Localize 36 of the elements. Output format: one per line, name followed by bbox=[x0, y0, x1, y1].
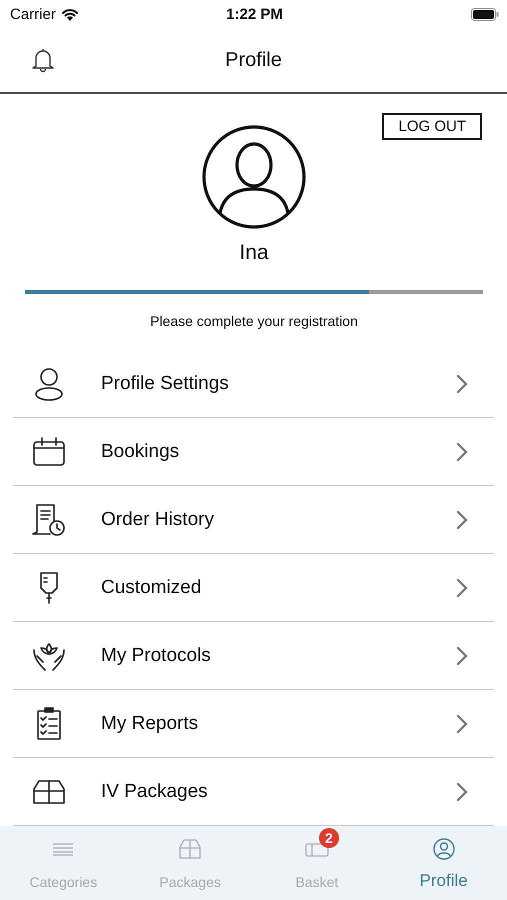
count-badge: 2 bbox=[318, 828, 339, 848]
tab-bar-item[interactable]: 2 Basket bbox=[254, 826, 380, 900]
user-name: Ina bbox=[239, 241, 269, 265]
battery-icon bbox=[471, 8, 499, 20]
clipboard-checklist-icon bbox=[36, 706, 62, 740]
wifi-icon bbox=[60, 8, 79, 20]
package-icon bbox=[32, 778, 66, 804]
chevron-right-icon bbox=[456, 714, 468, 734]
document-clock-icon bbox=[31, 502, 67, 536]
chevron-right-icon bbox=[456, 442, 468, 462]
chevron-right-icon bbox=[456, 578, 468, 598]
profile-icon bbox=[432, 838, 455, 860]
person-icon bbox=[34, 366, 64, 400]
menu-icon bbox=[52, 842, 74, 856]
menu-item[interactable]: Profile Settings bbox=[13, 350, 494, 418]
chevron-right-icon bbox=[456, 374, 468, 394]
drip-bag-icon bbox=[38, 570, 60, 604]
calendar-icon bbox=[32, 436, 66, 466]
tab-bar-item[interactable]: Profile bbox=[380, 826, 507, 900]
menu-item[interactable]: Bookings bbox=[13, 418, 494, 486]
clock-time: 1:22 PM bbox=[225, 6, 284, 22]
basket-icon bbox=[304, 841, 329, 857]
avatar-icon bbox=[202, 125, 306, 229]
menu-item[interactable]: My Protocols bbox=[13, 622, 494, 690]
chevron-right-icon bbox=[456, 782, 468, 802]
notification-bell-icon[interactable] bbox=[31, 47, 55, 73]
menu-item[interactable]: Customized bbox=[13, 554, 494, 622]
chevron-right-icon bbox=[456, 646, 468, 666]
chevron-right-icon bbox=[456, 510, 468, 530]
package-icon bbox=[179, 839, 202, 859]
log-out-button[interactable]: LOG OUT bbox=[382, 113, 482, 140]
registration-message: Please complete your registration bbox=[150, 313, 358, 329]
carrier-label: Carrier bbox=[10, 6, 56, 22]
screen-title: Profile bbox=[224, 48, 283, 72]
menu-item[interactable]: My Reports bbox=[13, 690, 494, 758]
menu-item[interactable]: Order History bbox=[13, 486, 494, 554]
